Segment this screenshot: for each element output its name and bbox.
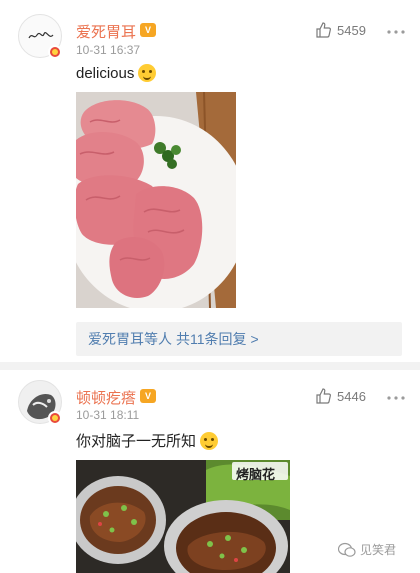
- username[interactable]: 爱死胃耳: [76, 21, 136, 42]
- divider: [0, 362, 420, 370]
- like-button[interactable]: 5459: [315, 22, 366, 38]
- username[interactable]: 顿顿疙瘩: [76, 387, 136, 408]
- watermark-text: 见笑君: [360, 543, 397, 557]
- like-count: 5459: [337, 22, 366, 38]
- comment-text-content: 你对脑子一无所知: [76, 433, 197, 450]
- comment-1: 爱死胃耳 V 10-31 16:37 5459 delicious 爱死胃耳等人…: [0, 0, 420, 356]
- avatar-signature-icon: [28, 32, 54, 39]
- timestamp: 10-31 16:37: [76, 43, 141, 57]
- verified-badge-icon: [48, 45, 62, 59]
- comment-text: 你对脑子一无所知: [76, 430, 219, 451]
- like-button[interactable]: 5446: [315, 388, 366, 404]
- replies-count: 共11条回复: [176, 331, 247, 347]
- vip-badge-icon: V: [140, 23, 156, 37]
- wechat-icon: [338, 542, 356, 557]
- watermark: 见笑君: [338, 541, 396, 558]
- thumbs-up-icon: [316, 22, 331, 38]
- vip-badge-icon: V: [140, 389, 156, 403]
- chevron-right-icon: >: [250, 331, 259, 347]
- replies-author: 爱死胃耳等人: [88, 331, 172, 347]
- more-options-icon[interactable]: [386, 26, 406, 38]
- verified-badge-icon: [48, 411, 62, 425]
- smirk-emoji-icon: [138, 64, 157, 82]
- thumbs-up-icon: [316, 388, 331, 404]
- comment-text: delicious: [76, 64, 157, 82]
- comment-photo[interactable]: [76, 92, 236, 308]
- more-options-icon[interactable]: [386, 392, 406, 404]
- like-count: 5446: [337, 388, 366, 404]
- laugh-emoji-icon: [200, 431, 219, 450]
- photo-caption: 烤脑花: [236, 467, 276, 482]
- comment-photo[interactable]: 烤脑花: [76, 460, 290, 573]
- replies-link[interactable]: 爱死胃耳等人 共11条回复 >: [76, 322, 402, 356]
- comment-text-content: delicious: [76, 64, 135, 82]
- timestamp: 10-31 18:11: [76, 408, 140, 422]
